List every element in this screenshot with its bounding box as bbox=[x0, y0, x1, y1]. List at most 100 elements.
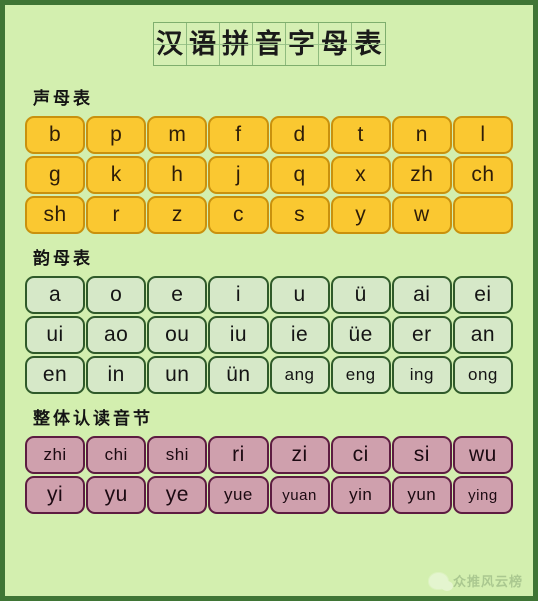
tile-initial[interactable]: j bbox=[208, 156, 269, 194]
tile-label: wu bbox=[469, 443, 497, 466]
section-heading-final: 韵母表 bbox=[33, 249, 93, 269]
tile-final[interactable]: e bbox=[147, 276, 208, 314]
tile-label: ou bbox=[165, 323, 190, 346]
tile-final[interactable]: ang bbox=[269, 356, 330, 394]
tile-label: j bbox=[235, 163, 242, 186]
tile-label: yin bbox=[349, 485, 373, 504]
tile-label: ying bbox=[468, 486, 498, 504]
title-char: 母 bbox=[318, 23, 352, 65]
tile-initial[interactable]: x bbox=[330, 156, 391, 194]
tile-final[interactable]: an bbox=[452, 316, 513, 354]
tile-final[interactable]: er bbox=[391, 316, 452, 354]
tile-initial[interactable]: n bbox=[391, 116, 452, 154]
tile-label: un bbox=[165, 363, 190, 386]
tile-whole[interactable]: zi bbox=[269, 436, 330, 474]
tile-initial[interactable]: y bbox=[330, 196, 391, 234]
tile-label: si bbox=[413, 443, 430, 466]
tile-initial[interactable]: zh bbox=[391, 156, 452, 194]
tile-label: u bbox=[293, 283, 306, 306]
tile-final[interactable]: in bbox=[86, 356, 147, 394]
tile-whole[interactable]: shi bbox=[147, 436, 208, 474]
tile-whole[interactable]: yin bbox=[330, 476, 391, 514]
tile-initial[interactable]: w bbox=[391, 196, 452, 234]
tile-whole[interactable]: ci bbox=[330, 436, 391, 474]
tile-initial[interactable]: f bbox=[208, 116, 269, 154]
tile-initial[interactable]: s bbox=[269, 196, 330, 234]
tile-label: ong bbox=[468, 365, 498, 384]
tile-initial[interactable]: k bbox=[86, 156, 147, 194]
tile-final[interactable]: un bbox=[147, 356, 208, 394]
tile-initial[interactable]: m bbox=[147, 116, 208, 154]
tile-label: c bbox=[232, 203, 244, 226]
tile-label: ü bbox=[354, 283, 367, 306]
tile-whole[interactable]: zhi bbox=[25, 436, 86, 474]
tile-label: sh bbox=[43, 203, 67, 226]
tile-final[interactable]: ie bbox=[269, 316, 330, 354]
tile-initial[interactable]: sh bbox=[25, 196, 86, 234]
tile-final[interactable]: iu bbox=[208, 316, 269, 354]
tile-label: ing bbox=[409, 365, 434, 384]
tile-empty[interactable] bbox=[452, 196, 513, 234]
tile-final[interactable]: ao bbox=[86, 316, 147, 354]
tile-initial[interactable]: p bbox=[86, 116, 147, 154]
tile-label: q bbox=[293, 163, 306, 186]
watermark-label: 众推风云榜 bbox=[452, 575, 523, 590]
tile-final[interactable]: ei bbox=[452, 276, 513, 314]
tile-final[interactable]: ong bbox=[452, 356, 513, 394]
tile-final[interactable]: a bbox=[25, 276, 86, 314]
tile-final[interactable]: i bbox=[208, 276, 269, 314]
tile-initial[interactable]: q bbox=[269, 156, 330, 194]
tile-label: z bbox=[171, 203, 183, 226]
tile-whole[interactable]: wu bbox=[452, 436, 513, 474]
pinyin-chart-poster: 汉语拼音字母表 声母表 b p m f d t n l g k h j q x zh ch sh r z c s y w 韵母表… bbox=[0, 0, 538, 601]
tile-final[interactable]: en bbox=[25, 356, 86, 394]
tile-final[interactable]: o bbox=[86, 276, 147, 314]
tile-initial[interactable]: ch bbox=[452, 156, 513, 194]
tile-label: ci bbox=[352, 443, 369, 466]
tile-label: h bbox=[171, 163, 184, 186]
tile-initial[interactable]: c bbox=[208, 196, 269, 234]
sections-container: 声母表 b p m f d t n l g k h j q x zh ch sh r z c s y w 韵母表 a o e i u ü ai… bbox=[5, 84, 533, 514]
tile-whole[interactable]: yu bbox=[86, 476, 147, 514]
tile-label: x bbox=[355, 163, 367, 186]
tile-label: t bbox=[357, 123, 364, 146]
tile-final[interactable]: ou bbox=[147, 316, 208, 354]
title-char: 字 bbox=[285, 23, 319, 65]
tile-whole[interactable]: yi bbox=[25, 476, 86, 514]
tile-initial[interactable]: t bbox=[330, 116, 391, 154]
tile-label: e bbox=[171, 283, 184, 306]
tile-initial[interactable]: b bbox=[25, 116, 86, 154]
tile-whole[interactable]: yue bbox=[208, 476, 269, 514]
tile-initial[interactable]: l bbox=[452, 116, 513, 154]
tile-final[interactable]: ün bbox=[208, 356, 269, 394]
tile-final[interactable]: ü bbox=[330, 276, 391, 314]
title-char: 汉 bbox=[153, 23, 187, 65]
tile-initial[interactable]: h bbox=[147, 156, 208, 194]
watermark: 众推风云榜 bbox=[428, 571, 523, 591]
tile-label: yi bbox=[46, 483, 64, 506]
tile-initial[interactable]: g bbox=[25, 156, 86, 194]
tile-whole[interactable]: ri bbox=[208, 436, 269, 474]
tile-whole[interactable]: ying bbox=[452, 476, 513, 514]
tile-whole[interactable]: si bbox=[391, 436, 452, 474]
tile-label: ri bbox=[232, 443, 245, 466]
tile-final[interactable]: ing bbox=[391, 356, 452, 394]
tile-initial[interactable]: d bbox=[269, 116, 330, 154]
tile-whole[interactable]: chi bbox=[86, 436, 147, 474]
tile-final[interactable]: ui bbox=[25, 316, 86, 354]
tile-grid-initial: b p m f d t n l g k h j q x zh ch sh r z c s y w bbox=[25, 116, 513, 234]
tile-whole[interactable]: yun bbox=[391, 476, 452, 514]
tile-whole[interactable]: yuan bbox=[269, 476, 330, 514]
tile-final[interactable]: u bbox=[269, 276, 330, 314]
tile-initial[interactable]: r bbox=[86, 196, 147, 234]
tile-label: ai bbox=[413, 283, 431, 306]
tile-initial[interactable]: z bbox=[147, 196, 208, 234]
tile-final[interactable]: ai bbox=[391, 276, 452, 314]
tile-final[interactable]: eng bbox=[330, 356, 391, 394]
tile-label: m bbox=[168, 123, 187, 146]
tile-whole[interactable]: ye bbox=[147, 476, 208, 514]
tile-label: b bbox=[48, 123, 62, 146]
tile-final[interactable]: üe bbox=[330, 316, 391, 354]
tile-label: f bbox=[235, 123, 242, 146]
tile-label: zh bbox=[410, 163, 434, 186]
